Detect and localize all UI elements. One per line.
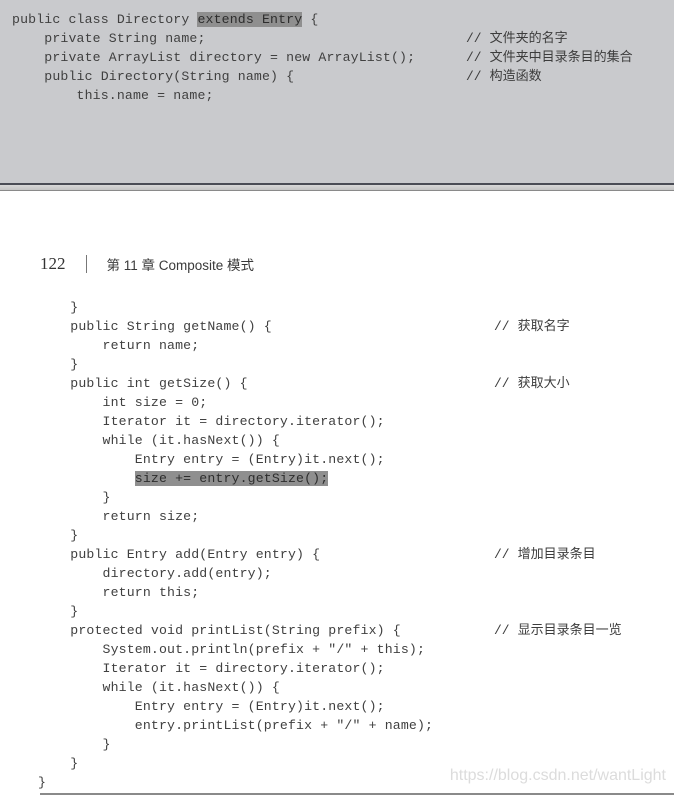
code-line-class-decl: public class Directory extends Entry { — [12, 10, 318, 29]
code-line: } — [38, 775, 47, 790]
code-line: while (it.hasNext()) { — [38, 433, 280, 448]
code-line: protected void printList(String prefix) … — [38, 623, 401, 638]
code-text: public class Directory — [12, 12, 198, 27]
watermark: https://blog.csdn.net/wantLight — [449, 767, 666, 784]
comment-slashes: // — [494, 319, 510, 334]
code-comment: // 构造函数 — [466, 67, 542, 86]
code-line: Entry entry = (Entry)it.next(); — [38, 452, 385, 467]
comment-slashes: // — [466, 31, 482, 46]
comment-slashes: // — [494, 623, 510, 638]
code-line: return size; — [38, 509, 200, 524]
code-comment: // 显示目录条目一览 — [494, 621, 622, 640]
code-line: } — [38, 528, 79, 543]
code-line-highlighted: size += entry.getSize(); — [38, 469, 329, 488]
comment-text: 显示目录条目一览 — [517, 623, 622, 638]
code-line: return this; — [38, 585, 200, 600]
comment-text: 获取名字 — [517, 319, 570, 334]
code-line: Entry entry = (Entry)it.next(); — [38, 699, 385, 714]
code-line: } — [38, 604, 79, 619]
code-line: entry.printList(prefix + "/" + name); — [38, 718, 434, 733]
comment-text: 增加目录条目 — [517, 547, 596, 562]
code-comment: // 文件夹的名字 — [466, 29, 568, 48]
code-line: Iterator it = directory.iterator(); — [38, 414, 385, 429]
comment-text: 获取大小 — [517, 376, 570, 391]
comment-slashes: // — [494, 376, 510, 391]
code-comment: // 获取大小 — [494, 374, 570, 393]
comment-slashes: // — [466, 69, 482, 84]
code-line: public Directory(String name) { — [12, 69, 295, 84]
code-comment: // 获取名字 — [494, 317, 570, 336]
code-line: public Entry add(Entry entry) { — [38, 547, 321, 562]
code-comment: // 增加目录条目 — [494, 545, 596, 564]
chapter-title: 第 11 章 Composite 模式 — [106, 258, 255, 273]
header-divider — [85, 255, 87, 273]
code-line: Iterator it = directory.iterator(); — [38, 661, 385, 676]
code-line: } — [38, 357, 79, 372]
code-line: this.name = name; — [12, 88, 214, 103]
code-line: private ArrayList directory = new ArrayL… — [12, 50, 416, 65]
highlighted-code: extends Entry — [197, 12, 303, 27]
code-line: int size = 0; — [38, 395, 208, 410]
code-line: directory.add(entry); — [38, 566, 272, 581]
comment-text: 构造函数 — [489, 69, 542, 84]
page-number: 122 — [40, 254, 66, 273]
highlighted-code: size += entry.getSize(); — [134, 471, 329, 486]
bottom-rule — [40, 793, 674, 795]
code-line: } — [38, 490, 111, 505]
code-comment: // 文件夹中目录条目的集合 — [466, 48, 633, 67]
comment-slashes: // — [494, 547, 510, 562]
comment-text: 文件夹的名字 — [489, 31, 568, 46]
code-line: System.out.println(prefix + "/" + this); — [38, 642, 426, 657]
code-snippet-panel: public class Directory extends Entry { p… — [0, 0, 674, 183]
code-line: } — [38, 300, 79, 315]
comment-text: 文件夹中目录条目的集合 — [489, 50, 633, 65]
comment-slashes: // — [466, 50, 482, 65]
code-line: public String getName() { — [38, 319, 272, 334]
code-text: { — [302, 12, 319, 27]
panel-divider-shadow — [0, 185, 674, 191]
code-line: } — [38, 756, 79, 771]
code-line: while (it.hasNext()) { — [38, 680, 280, 695]
code-line: return name; — [38, 338, 200, 353]
code-line: private String name; — [12, 31, 206, 46]
page-header: 122 第 11 章 Composite 模式 — [40, 252, 254, 276]
code-line: public int getSize() { — [38, 376, 248, 391]
code-line: } — [38, 737, 111, 752]
